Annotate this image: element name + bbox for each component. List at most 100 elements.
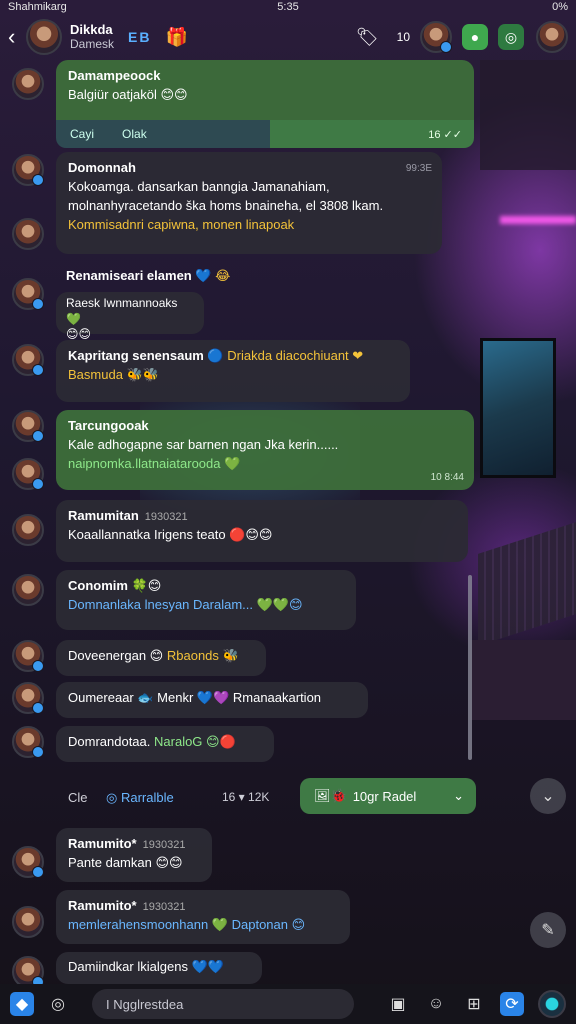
message-list[interactable]: Damampeoock Balgiür oatjaköl 😊😊 Cayi Ola… bbox=[0, 60, 480, 988]
avatar-icon[interactable] bbox=[538, 990, 566, 1018]
sender-avatar[interactable] bbox=[12, 726, 44, 758]
camera-icon[interactable]: ▣ bbox=[386, 992, 410, 1016]
message-text: Basmuda 🐝🐝 bbox=[68, 366, 159, 382]
sender-name: Ramumito* bbox=[68, 836, 137, 851]
sender-avatar[interactable] bbox=[12, 640, 44, 672]
reply-value: Olak bbox=[122, 127, 147, 141]
sender-avatar[interactable] bbox=[12, 682, 44, 714]
member-avatar[interactable] bbox=[420, 21, 452, 53]
sender-avatar[interactable] bbox=[12, 846, 44, 878]
message-text: Kale adhogapne sar barnen ngan Jka kerin… bbox=[68, 436, 339, 452]
member-count: 10 bbox=[396, 30, 410, 44]
sender-name: Ramumitan bbox=[68, 508, 139, 523]
sender-meta: 1930321 bbox=[142, 901, 186, 913]
message-text: Oumereaar 🐟 Menkr 💙💜 Rmanaakartion bbox=[68, 690, 322, 705]
sender-name: Domrandotaa. bbox=[68, 734, 151, 749]
circle-icon[interactable]: ◎ bbox=[46, 992, 70, 1016]
sender-avatar[interactable] bbox=[12, 906, 44, 938]
sender-meta: 1930321 bbox=[142, 839, 186, 851]
message-bubble[interactable]: Oumereaar 🐟 Menkr 💙💜 Rmanaakartion bbox=[56, 682, 368, 718]
message-time: 99:3E bbox=[405, 163, 432, 174]
message-bubble[interactable]: Doveenergan 😊 Rbaonds 🐝 bbox=[56, 640, 266, 676]
chat-header: ‹ Dikkda Damesk EB 🎁 🏷 10 ● ◎ bbox=[0, 14, 576, 60]
sender-avatar[interactable] bbox=[12, 278, 44, 310]
grid-icon[interactable]: ⊞ bbox=[462, 992, 486, 1016]
sender-name: Conomim 🍀😊 bbox=[68, 578, 162, 593]
sender-avatar[interactable] bbox=[12, 218, 44, 250]
message-bubble[interactable]: Damiindkar lkialgens 💙💙 bbox=[56, 952, 262, 984]
sender-avatar[interactable] bbox=[12, 344, 44, 376]
message-bubble[interactable]: Domrandotaa. NaraloG 😊🔴 bbox=[56, 726, 274, 762]
system-label: Cle bbox=[68, 790, 88, 805]
sender-name: Damampeoock bbox=[68, 68, 161, 83]
sticker-icon[interactable]: ☺ bbox=[424, 992, 448, 1016]
sender-name: Domonnah bbox=[68, 160, 136, 175]
options-button[interactable]: ◎ bbox=[498, 24, 524, 50]
status-bar: Shahmikarg 5:35 0% bbox=[0, 0, 576, 14]
neon-light bbox=[500, 216, 576, 224]
message-bubble[interactable]: Raesk Iwnmannoaks 💚 😊😊 bbox=[56, 292, 204, 341]
profile-avatar[interactable] bbox=[536, 21, 568, 53]
message-text: Koaallannatka Irigens teato 🔴😊😊 bbox=[68, 526, 273, 542]
message-bubble[interactable]: Domonnah 99:3E Kokoamga. dansarkan banng… bbox=[56, 152, 442, 254]
message-bubble[interactable]: Damampeoock Balgiür oatjaköl 😊😊 bbox=[56, 60, 474, 122]
message-highlight: Rbaonds 🐝 bbox=[166, 648, 239, 663]
chat-subtitle: Damesk bbox=[70, 36, 115, 51]
sender-name: Tarcungooak bbox=[68, 418, 149, 433]
sender-avatar[interactable] bbox=[12, 574, 44, 606]
message-bubble[interactable]: Ramumito* 1930321 Pante damkan 😊😊 bbox=[56, 828, 212, 882]
message-text: Damiindkar lkialgens 💙💙 bbox=[68, 959, 224, 974]
pill-icons: 🖼🐞 bbox=[314, 788, 347, 803]
reply-bar[interactable]: Cayi Olak 16 ✓✓ bbox=[56, 120, 474, 148]
message-text: Balgiür oatjaköl 😊😊 bbox=[68, 86, 188, 102]
message-input[interactable]: I Ngglrestdea bbox=[92, 989, 354, 1019]
sender-avatar[interactable] bbox=[12, 514, 44, 546]
chat-avatar[interactable] bbox=[26, 19, 62, 55]
back-button[interactable]: ‹ bbox=[8, 24, 26, 50]
message-bubble[interactable]: Tarcungooak Kale adhogapne sar barnen ng… bbox=[56, 410, 474, 490]
pin-icon[interactable]: ✎ bbox=[530, 912, 566, 948]
shield-icon[interactable]: ◆ bbox=[10, 992, 34, 1016]
message-time: 16 ✓✓ bbox=[428, 128, 462, 141]
desk bbox=[470, 640, 576, 720]
keyboard bbox=[478, 522, 576, 646]
message-text: Raesk Iwnmannoaks 💚 bbox=[66, 296, 178, 326]
refresh-icon[interactable]: ⟳ bbox=[500, 992, 524, 1016]
pill-label: 10gr Radel bbox=[352, 788, 417, 804]
chevron-down-icon[interactable]: ⌄ bbox=[453, 788, 464, 804]
message-text: molnanhyracetando ška homs bnaineha, el … bbox=[68, 197, 384, 213]
sender-avatar[interactable] bbox=[12, 68, 44, 100]
clock: 5:35 bbox=[277, 1, 299, 13]
sender-name: Renamiseari elamen 💙 😂 bbox=[66, 268, 231, 283]
message-time: 10 8:44 bbox=[430, 471, 464, 483]
pinned-pill[interactable]: 🖼🐞 10gr Radel ⌄ bbox=[300, 778, 476, 814]
message-bubble[interactable]: Ramumito* 1930321 memlerahensmoonhann 💚 D… bbox=[56, 890, 350, 944]
message-text: Domnanlaka lnesyan Daralam... 💚💚😊 bbox=[68, 596, 303, 612]
sender-avatar[interactable] bbox=[12, 458, 44, 490]
sender-name: Doveenergan 😊 bbox=[68, 648, 164, 663]
message-highlight: Kommisadnri capiwna, monen linapoak bbox=[68, 216, 295, 232]
message-bubble[interactable]: Conomim 🍀😊 Domnanlaka lnesyan Daralam...… bbox=[56, 570, 356, 630]
shelf bbox=[480, 60, 576, 170]
chat-title-wrap[interactable]: Dikkda Damesk bbox=[70, 22, 115, 51]
emblems: EB bbox=[128, 29, 152, 45]
call-button[interactable]: ● bbox=[462, 24, 488, 50]
reply-label: Cayi bbox=[70, 127, 95, 141]
chat-title: Dikkda bbox=[70, 22, 113, 38]
gift-icon[interactable]: 🎁 bbox=[165, 27, 187, 48]
system-link[interactable]: ◎ Rarralble bbox=[106, 790, 174, 806]
tag-icon[interactable]: 🏷 bbox=[356, 27, 379, 48]
bottom-bar: ◆ ◎ I Ngglrestdea ▣ ☺ ⊞ ⟳ bbox=[0, 984, 576, 1024]
system-row: Cle ◎ Rarralble 16 ▾ 12K 🖼🐞 10gr Radel ⌄ bbox=[0, 778, 480, 818]
message-bubble[interactable]: Kapritang senensaum 🔵 Driakda diacochiua… bbox=[56, 340, 410, 402]
sender-name: Ramumito* bbox=[68, 898, 137, 913]
message-bubble[interactable]: Ramumitan 1930321 Koaallannatka Irigens t… bbox=[56, 500, 468, 562]
sender-avatar[interactable] bbox=[12, 154, 44, 186]
scrollbar[interactable] bbox=[468, 575, 472, 760]
sender-meta: 1930321 bbox=[144, 511, 188, 523]
message-text: Kokoamga. dansarkan banngia Jamanahiam, bbox=[68, 178, 330, 194]
message-highlight: Driakda diacochiuant ❤ bbox=[227, 348, 364, 363]
system-count: 16 ▾ 12K bbox=[222, 790, 270, 804]
sender-avatar[interactable] bbox=[12, 410, 44, 442]
scroll-down-button[interactable]: ⌄ bbox=[530, 778, 566, 814]
